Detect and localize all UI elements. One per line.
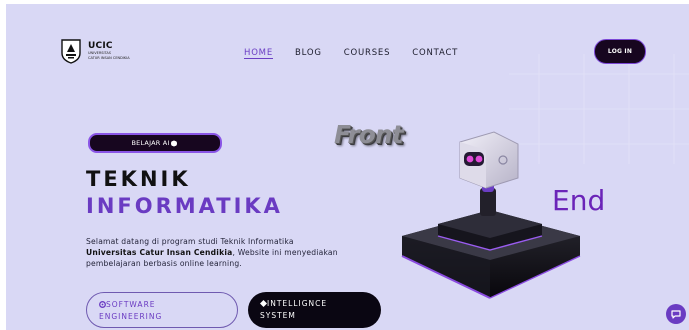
word-end-3d: End xyxy=(552,184,606,217)
nav-contact[interactable]: CONTACT xyxy=(412,48,458,58)
chat-button[interactable] xyxy=(666,304,686,324)
brand-subtitle-line2: CATUR INSAN CENDIKIA xyxy=(88,55,130,60)
nav-courses[interactable]: COURSES xyxy=(344,48,391,58)
btn-software-line1: SOFTWARE xyxy=(106,300,156,309)
hero-title-line1: TEKNIK xyxy=(86,167,191,191)
intelligence-system-button[interactable]: INTELLIGNCE SYSTEM xyxy=(248,292,381,328)
hero-description: Selamat datang di program studi Teknik I… xyxy=(86,236,346,269)
university-crest-icon xyxy=(61,39,81,64)
login-button[interactable]: LOG IN xyxy=(594,39,646,64)
btn-software-line2: ENGINEERING xyxy=(99,312,163,321)
chat-icon xyxy=(671,309,681,319)
hero-title-line2: INFORMATIKA xyxy=(86,194,283,218)
nav-blog[interactable]: BLOG xyxy=(295,48,322,58)
main-nav: HOME BLOG COURSES CONTACT xyxy=(244,48,458,58)
gear-icon xyxy=(99,300,106,308)
nav-home[interactable]: HOME xyxy=(244,48,273,58)
desc-bold: Universitas Catur Insan Cendikia xyxy=(86,248,233,257)
badge-label: BELAJAR AI xyxy=(131,139,170,147)
brand-title: UCIC xyxy=(88,41,113,51)
brand-logo[interactable]: UCIC UNIVERSITAS CATUR INSAN CENDIKIA xyxy=(60,38,130,64)
btn-intelligence-line1: INTELLIGNCE xyxy=(267,299,328,308)
btn-intelligence-line2: SYSTEM xyxy=(260,311,296,320)
diamond-icon xyxy=(260,299,267,307)
brain-icon xyxy=(171,140,178,146)
brand-subtitle-line1: UNIVERSITAS xyxy=(88,51,111,55)
page: UCIC UNIVERSITAS CATUR INSAN CENDIKIA HO… xyxy=(6,4,689,330)
badge-belajar-ai[interactable]: BELAJAR AI xyxy=(88,133,222,153)
software-engineering-button[interactable]: SOFTWARE ENGINEERING xyxy=(86,292,238,328)
desc-text-1: Selamat datang di program studi Teknik I… xyxy=(86,237,294,246)
